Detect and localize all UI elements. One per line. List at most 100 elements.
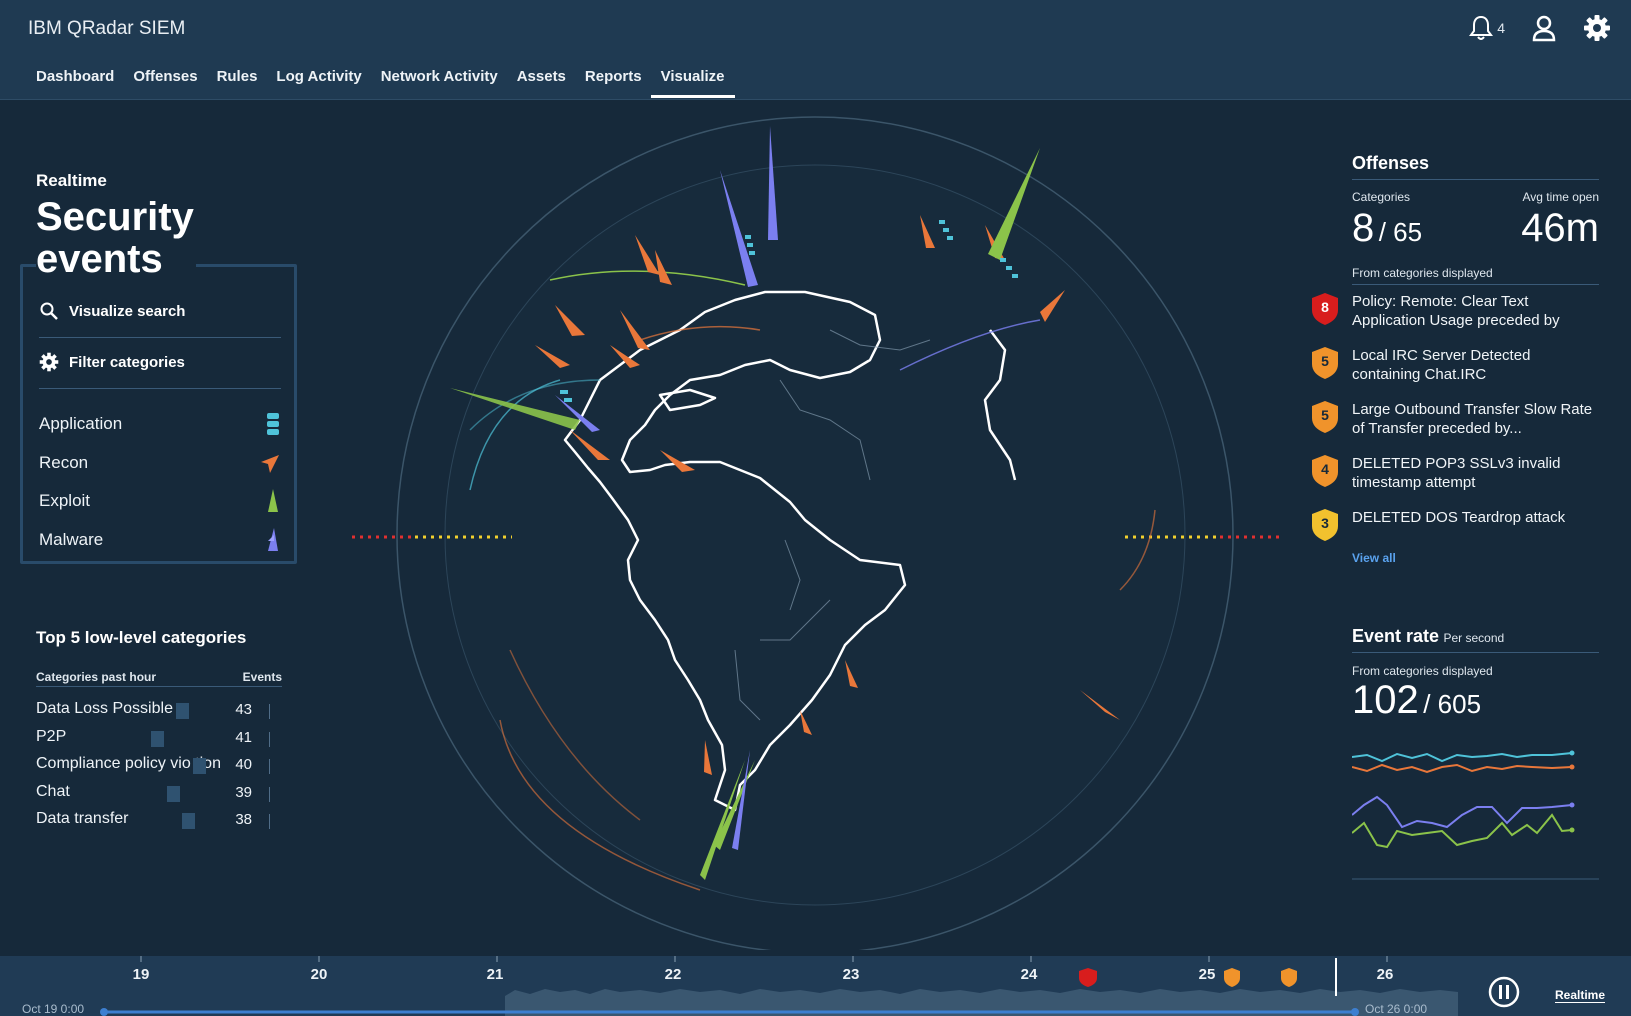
category-application[interactable]: Application bbox=[39, 405, 281, 444]
visualize-search-label: Visualize search bbox=[69, 302, 186, 320]
row-tick bbox=[269, 731, 270, 747]
row-events: 41 bbox=[235, 728, 252, 746]
top5-table: Data Loss Possible 43 P2P 41 Compliance … bbox=[36, 698, 282, 836]
category-malware[interactable]: Malware bbox=[39, 521, 281, 560]
notifications-button[interactable]: 4 bbox=[1468, 14, 1505, 42]
divider bbox=[1352, 652, 1599, 653]
timeline-day-label: 25 bbox=[1198, 966, 1216, 983]
filter-categories-label: Filter categories bbox=[69, 353, 185, 371]
timeline: 19 20 21 22 23 24 25 26 Oct 19 0:00 Oct … bbox=[0, 956, 1631, 1016]
realtime-label: Realtime bbox=[36, 171, 107, 190]
event-rate-header: Event rate Per second bbox=[1352, 626, 1599, 647]
row-bar bbox=[167, 785, 180, 802]
avg-time-stat: Avg time open 46m bbox=[1521, 190, 1599, 251]
category-label: Application bbox=[39, 414, 123, 434]
nav-network-activity[interactable]: Network Activity bbox=[381, 68, 498, 98]
row-events: 39 bbox=[235, 783, 252, 801]
divider bbox=[36, 686, 282, 687]
offenses-from-label: From categories displayed bbox=[1352, 266, 1493, 280]
main-nav: Dashboard Offenses Rules Log Activity Ne… bbox=[36, 68, 744, 98]
nav-offenses[interactable]: Offenses bbox=[133, 68, 197, 98]
category-exploit[interactable]: Exploit bbox=[39, 482, 281, 521]
sparkline-endpoint bbox=[1569, 827, 1575, 833]
critical-marker-icon[interactable] bbox=[1079, 968, 1097, 987]
timeline-start-handle[interactable] bbox=[100, 1008, 108, 1016]
divider bbox=[39, 337, 281, 338]
timeline-end-date: Oct 26 0:00 bbox=[1365, 1002, 1428, 1016]
offenses-title: Offenses bbox=[1352, 153, 1599, 174]
nav-rules[interactable]: Rules bbox=[217, 68, 258, 98]
recon-arrow-icon bbox=[261, 454, 279, 473]
pause-icon bbox=[1488, 976, 1520, 1008]
search-icon bbox=[40, 302, 58, 320]
gear-icon bbox=[39, 352, 59, 372]
nav-assets[interactable]: Assets bbox=[517, 68, 566, 98]
event-rate-total: / 605 bbox=[1423, 689, 1482, 719]
category-label: Recon bbox=[39, 452, 89, 472]
warning-marker-icon[interactable] bbox=[1281, 968, 1297, 987]
notification-count: 4 bbox=[1497, 20, 1505, 36]
settings-button[interactable] bbox=[1583, 14, 1611, 42]
table-row[interactable]: Data transfer 38 bbox=[36, 808, 282, 836]
filter-panel: Visualize search Filter categories Appli… bbox=[20, 264, 297, 564]
offenses-heading: Offenses bbox=[1352, 153, 1430, 173]
avg-time-value: 46m bbox=[1521, 206, 1599, 250]
top5-header: Categories past hour Events bbox=[36, 670, 282, 684]
event-rate-from-label: From categories displayed bbox=[1352, 664, 1493, 678]
pause-button[interactable] bbox=[1488, 976, 1520, 1013]
timeline-end-handle[interactable] bbox=[1351, 1008, 1359, 1016]
table-row[interactable]: Compliance policy vio tion 40 bbox=[36, 753, 282, 781]
table-row[interactable]: Chat 39 bbox=[36, 781, 282, 809]
categories-stat: Categories 8 / 65 bbox=[1352, 190, 1422, 251]
gear-icon bbox=[1584, 15, 1610, 41]
visualize-search-button[interactable]: Visualize search bbox=[39, 301, 281, 321]
user-button[interactable] bbox=[1531, 14, 1557, 42]
offense-item[interactable]: 8 Policy: Remote: Clear Text Application… bbox=[1310, 292, 1600, 346]
divider bbox=[39, 388, 281, 389]
row-tick bbox=[269, 704, 270, 719]
table-row[interactable]: P2P 41 bbox=[36, 726, 282, 754]
title-line-2: events bbox=[36, 237, 163, 281]
category-list: Application Recon Exploit Malware bbox=[39, 405, 281, 559]
view-all-link[interactable]: View all bbox=[1352, 551, 1396, 565]
divider bbox=[1352, 179, 1599, 180]
categories-label: Categories bbox=[1352, 190, 1411, 204]
sparkline-endpoint bbox=[1569, 750, 1575, 756]
offense-text: DELETED DOS Teardrop attack bbox=[1352, 509, 1566, 526]
row-tick bbox=[269, 786, 270, 802]
user-icon bbox=[1532, 15, 1556, 42]
nav-visualize[interactable]: Visualize bbox=[650, 68, 735, 98]
page-title: Security events bbox=[36, 196, 196, 280]
realtime-button[interactable]: Realtime bbox=[1555, 988, 1606, 1003]
sparkline-endpoint bbox=[1569, 802, 1575, 808]
timeline-day-label: 23 bbox=[842, 966, 860, 983]
category-recon[interactable]: Recon bbox=[39, 444, 281, 483]
title-line-1: Security bbox=[36, 195, 194, 239]
timeline-day-label: 19 bbox=[132, 966, 150, 983]
event-rate-unit: Per second bbox=[1443, 631, 1505, 645]
severity-badge-icon bbox=[1312, 455, 1338, 487]
nav-reports[interactable]: Reports bbox=[585, 68, 642, 98]
offense-item[interactable]: 4 DELETED POP3 SSLv3 invalid timestamp a… bbox=[1310, 454, 1600, 508]
offense-text: DELETED POP3 SSLv3 invalid timestamp att… bbox=[1352, 455, 1561, 491]
app-title: IBM QRadar SIEM bbox=[28, 18, 186, 39]
offense-item[interactable]: 5 Large Outbound Transfer Slow Rate of T… bbox=[1310, 400, 1600, 454]
row-bar bbox=[151, 730, 164, 747]
severity-badge-icon bbox=[1312, 293, 1338, 325]
offense-item[interactable]: 5 Local IRC Server Detected containing C… bbox=[1310, 346, 1600, 400]
table-row[interactable]: Data Loss Possible 43 bbox=[36, 698, 282, 726]
row-bar bbox=[182, 813, 195, 829]
header-actions: 4 bbox=[1468, 14, 1611, 42]
globe-visualization[interactable] bbox=[340, 100, 1290, 950]
nav-dashboard[interactable]: Dashboard bbox=[36, 68, 114, 98]
malware-spike-icon bbox=[268, 527, 278, 551]
top5-title: Top 5 low-level categories bbox=[36, 628, 247, 647]
severity-badge-icon bbox=[1312, 509, 1338, 541]
sparkline-exploit bbox=[1352, 813, 1573, 849]
offense-text: Policy: Remote: Clear Text Application U… bbox=[1352, 293, 1560, 329]
filter-categories-button[interactable]: Filter categories bbox=[39, 352, 281, 372]
warning-marker-icon[interactable] bbox=[1224, 968, 1240, 987]
event-rate-title: Event rate bbox=[1352, 626, 1440, 646]
nav-log-activity[interactable]: Log Activity bbox=[276, 68, 361, 98]
sparkline-endpoint bbox=[1569, 764, 1575, 770]
